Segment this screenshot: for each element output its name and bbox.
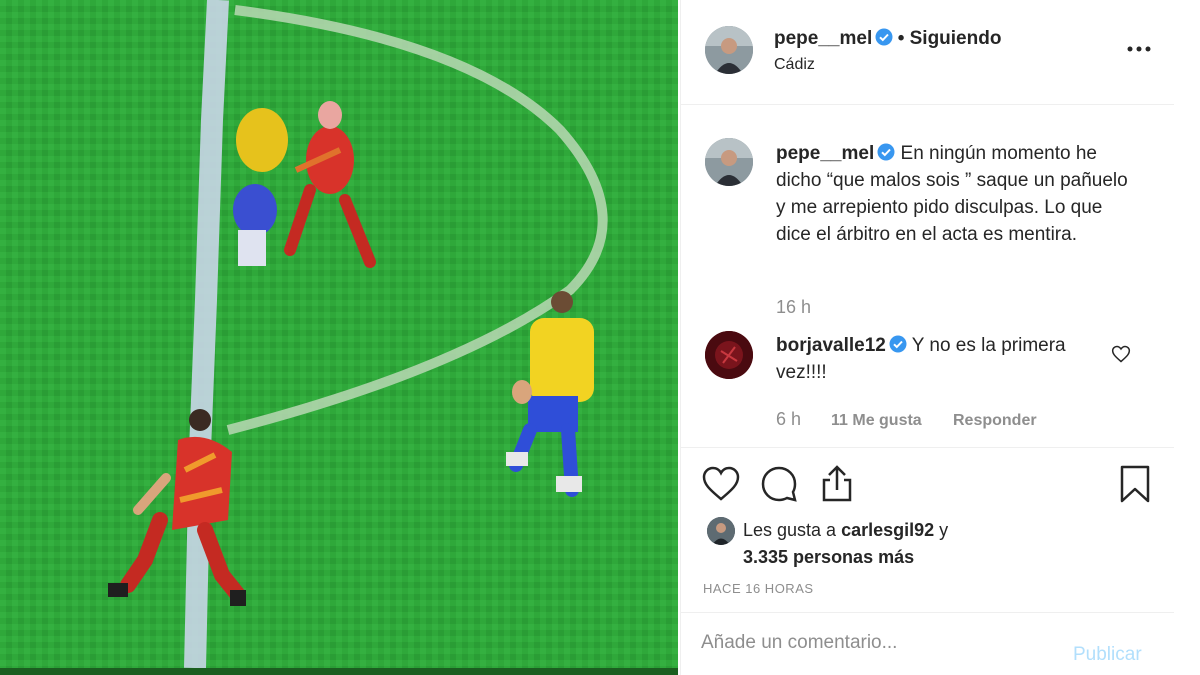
comment-username[interactable]: borjavalle12 xyxy=(776,335,886,356)
comment-item: borjavalle12 Y no es la primera vez!!!! xyxy=(776,332,1106,386)
comment-input[interactable] xyxy=(701,632,1061,654)
post-header: pepe__mel • Siguiendo Cádiz xyxy=(681,0,1175,105)
comment-heart-icon[interactable] xyxy=(1111,344,1131,364)
likes-others[interactable]: 3.335 personas más xyxy=(743,547,914,567)
author-username[interactable]: pepe__mel xyxy=(774,28,872,49)
follow-status[interactable]: • Siguiendo xyxy=(898,28,1002,49)
likes-summary: Les gusta a carlesgil92 y 3.335 personas… xyxy=(743,517,1043,571)
likes-prefix: Les gusta a xyxy=(743,520,842,540)
football-pitch-image xyxy=(0,0,678,668)
comment-icon[interactable] xyxy=(759,464,799,504)
author-avatar-image xyxy=(705,26,753,74)
post-side-panel: pepe__mel • Siguiendo Cádiz pepe__mel En… xyxy=(680,0,1175,675)
more-options-icon[interactable] xyxy=(1125,39,1153,59)
liker-avatar-image xyxy=(707,517,735,545)
publish-button[interactable]: Publicar xyxy=(1073,644,1142,666)
post-actions: Les gusta a carlesgil92 y 3.335 personas… xyxy=(681,447,1175,613)
post-timestamp[interactable]: HACE 16 HORAS xyxy=(703,581,814,596)
verified-icon xyxy=(877,143,895,161)
caption-time[interactable]: 16 h xyxy=(776,297,811,318)
comment-reply-button[interactable]: Responder xyxy=(953,412,1037,430)
caption-avatar-image xyxy=(705,138,753,186)
heart-icon[interactable] xyxy=(701,464,741,504)
image-bottom-bar xyxy=(0,668,678,675)
add-comment-bar: Publicar xyxy=(681,612,1175,675)
post-image[interactable] xyxy=(0,0,678,668)
caption-username[interactable]: pepe__mel xyxy=(776,143,874,164)
comment-likes[interactable]: 11 Me gusta xyxy=(831,412,922,430)
verified-icon xyxy=(889,335,907,353)
share-icon[interactable] xyxy=(817,464,857,504)
author-avatar[interactable] xyxy=(705,26,753,74)
comments-section: pepe__mel En ningún momento he dicho “qu… xyxy=(681,105,1175,447)
liker-username[interactable]: carlesgil92 xyxy=(841,520,934,540)
comment-time[interactable]: 6 h xyxy=(776,409,801,430)
commenter-avatar[interactable] xyxy=(705,331,753,379)
bookmark-icon[interactable] xyxy=(1115,464,1155,504)
post-location[interactable]: Cádiz xyxy=(774,56,815,74)
likes-suffix: y xyxy=(934,520,949,540)
verified-icon xyxy=(875,28,893,46)
caption-author-avatar[interactable] xyxy=(705,138,753,186)
liker-avatar[interactable] xyxy=(707,517,735,545)
commenter-avatar-image xyxy=(705,331,753,379)
panel-right-margin xyxy=(1174,0,1200,675)
author-line: pepe__mel • Siguiendo xyxy=(774,28,1001,50)
caption: pepe__mel En ningún momento he dicho “qu… xyxy=(776,140,1136,248)
